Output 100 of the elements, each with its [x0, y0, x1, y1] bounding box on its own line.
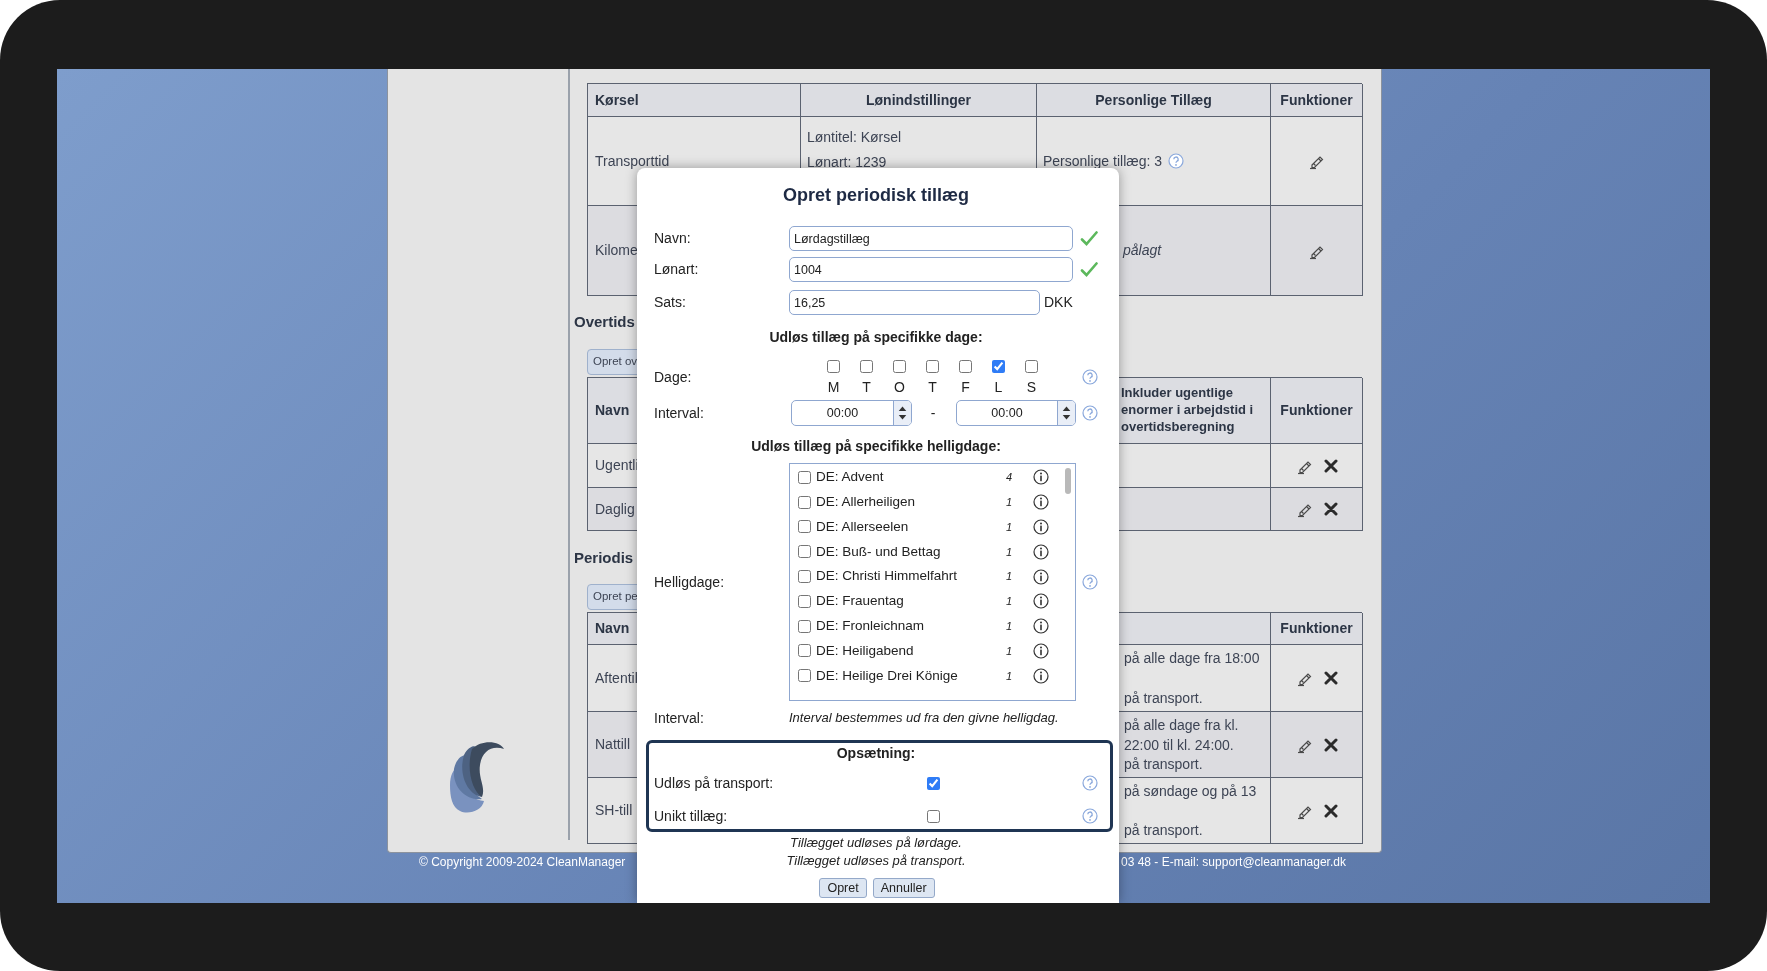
section-heading: Opsætning: — [835, 744, 917, 762]
cell-text: Løntitel: Kørsel — [807, 128, 903, 147]
delete-icon[interactable] — [1323, 671, 1338, 685]
holiday-checkbox[interactable] — [798, 619, 811, 633]
help-icon[interactable] — [1082, 369, 1098, 385]
holiday-list[interactable]: DE: Advent 4 DE: Allerheiligen 1 DE: Allerseelen 1 DE: Buß- und Bettag 1 DE: Christi Himmelfahrt 1 DE: Frauentag 1 DE: Fronleichnam 1 DE: Heiligabend 1 DE: Heilige Drei Könige 1 — [789, 463, 1076, 701]
field-label: Sats: — [654, 293, 687, 312]
holiday-checkbox[interactable] — [798, 520, 811, 534]
cell-text: Personlige tillæg: 3 — [1043, 151, 1163, 171]
day-checkbox[interactable] — [827, 360, 840, 373]
cell-text: på alle dage fra kl. — [1124, 716, 1240, 734]
holiday-checkbox[interactable] — [798, 545, 811, 559]
delete-icon[interactable] — [1323, 803, 1338, 818]
day-checkbox[interactable] — [893, 360, 906, 373]
cancel-button[interactable]: Annuller — [872, 878, 935, 898]
day-label: L — [994, 379, 1003, 395]
column-header: Funktioner — [1271, 613, 1363, 645]
holiday-name: DE: Frauentag — [816, 592, 905, 611]
footer-text: © Copyright 2009-2024 CleanManager — [419, 855, 626, 869]
cell-text: 22:00 til kl. 24:00. — [1124, 735, 1235, 754]
count-text: 1 — [1005, 494, 1012, 510]
holiday-name: DE: Allerseelen — [816, 517, 910, 536]
help-icon[interactable] — [1082, 775, 1098, 791]
holiday-name: DE: Advent — [816, 468, 885, 487]
option-checkbox[interactable] — [927, 776, 940, 790]
help-icon[interactable] — [1082, 574, 1098, 590]
column-header: Lønindstillinger — [801, 84, 1037, 117]
info-icon[interactable] — [1033, 618, 1049, 635]
help-icon[interactable] — [1082, 808, 1098, 824]
column-header: Funktioner — [1271, 378, 1363, 444]
count-text: 1 — [1005, 594, 1012, 610]
field-label: Unikt tillæg: — [654, 806, 729, 826]
holiday-name: DE: Allerheiligen — [816, 493, 917, 512]
column-header: Kørsel — [588, 84, 801, 117]
summary-text: Tillægget udløses på transport. — [786, 852, 966, 870]
cell-text: Lønart: 1239 — [807, 153, 888, 172]
info-icon[interactable] — [1033, 543, 1049, 560]
count-text: 1 — [1005, 643, 1012, 659]
holiday-checkbox[interactable] — [798, 470, 811, 484]
delete-icon[interactable] — [1323, 458, 1338, 473]
option-checkbox[interactable] — [927, 809, 940, 823]
create-button[interactable]: Opret — [819, 878, 867, 898]
info-icon[interactable] — [1033, 667, 1049, 684]
delete-icon[interactable] — [1323, 737, 1338, 752]
stepper-icon[interactable] — [893, 401, 911, 425]
info-icon[interactable] — [1033, 568, 1049, 585]
day-checkbox[interactable] — [926, 360, 939, 373]
day-checkbox[interactable] — [860, 360, 873, 373]
text-field[interactable]: Lørdagstillæg — [789, 226, 1073, 251]
cell-text: på søndage og på 13 — [1124, 782, 1258, 800]
info-icon[interactable] — [1033, 494, 1049, 511]
count-text: 1 — [1005, 544, 1012, 560]
field-label: Lønart: — [654, 260, 700, 279]
day-label: M — [827, 379, 840, 395]
section-heading: Overtids — [574, 312, 635, 332]
holiday-checkbox[interactable] — [798, 669, 811, 683]
day-label: S — [1026, 379, 1037, 395]
stepper-icon[interactable] — [1057, 401, 1075, 425]
holiday-name: DE: Fronleichnam — [816, 617, 926, 636]
column-header: Personlige Tillæg — [1037, 84, 1271, 117]
delete-icon[interactable] — [1323, 502, 1338, 516]
cell-text: på transport. — [1124, 689, 1204, 707]
day-checkbox[interactable] — [992, 360, 1005, 373]
field-label: Interval: — [654, 403, 705, 423]
field-label: Helligdage: — [654, 572, 726, 592]
section-heading: Udløs tillæg på specifikke dage: — [768, 328, 984, 346]
text-field[interactable]: 16,25 — [789, 290, 1040, 315]
holiday-name: DE: Buß- und Bettag — [816, 542, 942, 561]
day-label: F — [961, 379, 970, 395]
day-label: O — [894, 379, 905, 395]
footer-text: 03 48 - E-mail: support@cleanmanager.dk — [1121, 855, 1346, 869]
info-icon[interactable] — [1033, 642, 1049, 659]
help-icon[interactable] — [1082, 405, 1098, 421]
day-checkbox[interactable] — [1025, 360, 1038, 373]
cell-text: på transport. — [1124, 821, 1204, 839]
holiday-name: DE: Heilige Drei Könige — [816, 666, 959, 685]
time-field[interactable]: 00:00 — [791, 400, 912, 426]
unit-label: DKK — [1044, 293, 1073, 312]
count-text: 1 — [1005, 569, 1012, 585]
info-icon[interactable] — [1033, 593, 1049, 610]
section-heading: Periodis — [574, 548, 634, 568]
holiday-name: DE: Heiligabend — [816, 641, 915, 660]
day-label: T — [928, 379, 937, 395]
info-icon[interactable] — [1033, 469, 1049, 486]
day-checkbox[interactable] — [959, 360, 972, 373]
column-header: Inkluder ugentlige enormer i arbejdstid i overtidsberegning — [1120, 378, 1271, 444]
text-field[interactable]: 1004 — [789, 257, 1073, 282]
help-icon[interactable] — [1168, 153, 1185, 169]
holiday-checkbox[interactable] — [798, 570, 811, 584]
day-label: T — [862, 379, 871, 395]
holiday-checkbox[interactable] — [798, 594, 811, 608]
holiday-checkbox[interactable] — [798, 644, 811, 658]
time-field[interactable]: 00:00 — [956, 400, 1076, 426]
info-icon[interactable] — [1033, 519, 1049, 535]
cell-text: på transport. — [1124, 755, 1204, 773]
count-text: 1 — [1005, 519, 1012, 535]
field-label: Navn: — [654, 229, 692, 248]
holiday-checkbox[interactable] — [798, 495, 811, 509]
count-text: 4 — [1005, 470, 1012, 486]
count-text: 1 — [1005, 668, 1012, 684]
